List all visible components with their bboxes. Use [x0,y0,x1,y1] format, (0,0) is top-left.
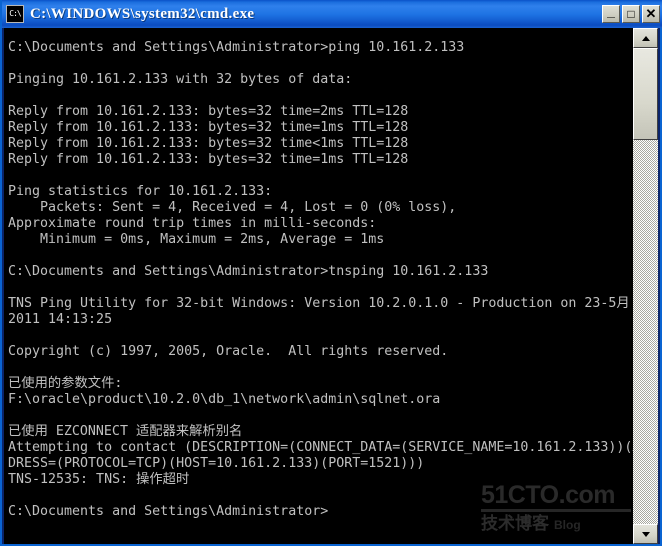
close-icon: ✕ [645,6,657,21]
terminal-line: Reply from 10.161.2.133: bytes=32 time=1… [8,152,409,167]
cmd-window: C:\ C:\WINDOWS\system32\cmd.exe _ □ ✕ C:… [0,0,662,546]
minimize-icon: _ [607,3,615,19]
terminal-line: Minimum = 0ms, Maximum = 2ms, Average = … [8,232,385,247]
terminal-line: Attempting to contact (DESCRIPTION=(CONN… [8,440,637,455]
scroll-down-arrow-icon [641,532,650,537]
title-bar[interactable]: C:\ C:\WINDOWS\system32\cmd.exe _ □ ✕ [2,0,662,28]
console-icon: C:\ [6,5,24,23]
console-icon-glyph: C:\ [9,9,21,18]
vertical-scrollbar[interactable] [633,28,658,544]
close-button[interactable]: ✕ [642,5,660,23]
terminal-line: 已使用的参数文件: [8,376,123,391]
terminal-line: Reply from 10.161.2.133: bytes=32 time<1… [8,136,409,151]
console-output-area[interactable]: C:\Documents and Settings\Administrator>… [4,28,637,544]
scrollbar-thumb[interactable] [633,48,658,140]
scroll-up-arrow-icon [641,36,650,41]
terminal-text: C:\Documents and Settings\Administrator>… [8,40,637,520]
terminal-line: Approximate round trip times in milli-se… [8,216,377,231]
terminal-line: Copyright (c) 1997, 2005, Oracle. All ri… [8,344,449,359]
window-title: C:\WINDOWS\system32\cmd.exe [30,5,255,22]
terminal-line: C:\Documents and Settings\Administrator> [8,504,329,519]
maximize-button[interactable]: □ [622,5,640,23]
terminal-line: Packets: Sent = 4, Received = 4, Lost = … [8,200,457,215]
terminal-line: Reply from 10.161.2.133: bytes=32 time=1… [8,120,409,135]
scroll-down-button[interactable] [633,524,658,544]
terminal-line: Reply from 10.161.2.133: bytes=32 time=2… [8,104,409,119]
terminal-line: TNS-12535: TNS: 操作超时 [8,472,190,487]
terminal-line: C:\Documents and Settings\Administrator>… [8,264,489,279]
maximize-icon: □ [627,7,635,21]
terminal-line: F:\oracle\product\10.2.0\db_1\network\ad… [8,392,441,407]
terminal-line: TNS Ping Utility for 32-bit Windows: Ver… [8,296,637,311]
window-controls: _ □ ✕ [600,3,660,23]
terminal-line: Ping statistics for 10.161.2.133: [8,184,273,199]
terminal-line: Pinging 10.161.2.133 with 32 bytes of da… [8,72,353,87]
terminal-line: 已使用 EZCONNECT 适配器来解析别名 [8,424,243,439]
terminal-line: C:\Documents and Settings\Administrator>… [8,40,465,55]
terminal-line: DRESS=(PROTOCOL=TCP)(HOST=10.161.2.133)(… [8,456,425,471]
scroll-up-button[interactable] [633,28,658,48]
minimize-button[interactable]: _ [602,3,620,23]
terminal-line: 2011 14:13:25 [8,312,113,327]
